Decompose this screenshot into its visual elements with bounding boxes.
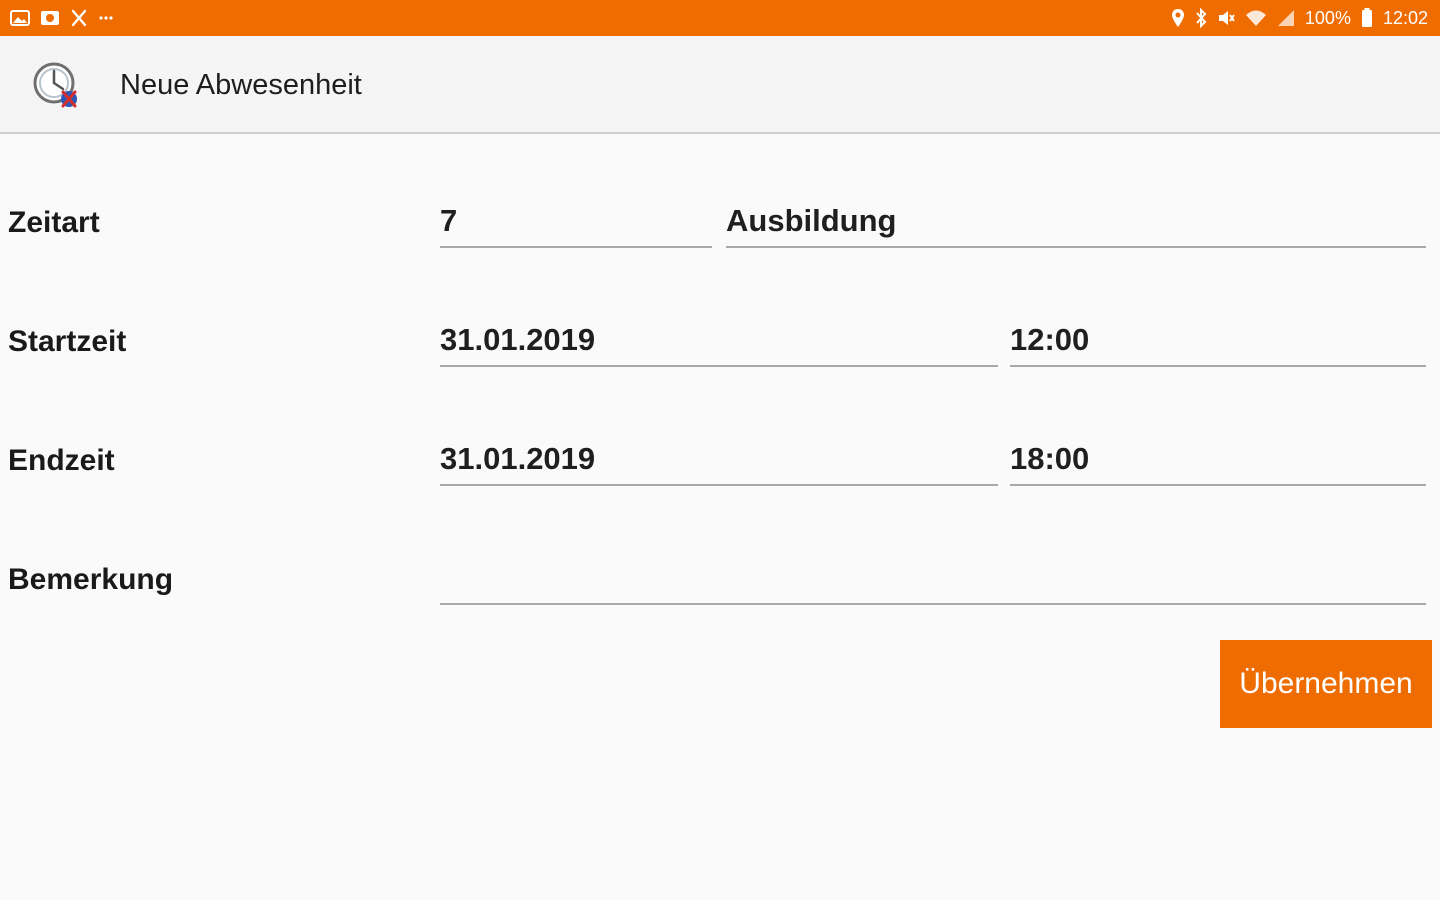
more-dots-icon: [98, 15, 114, 21]
startzeit-label: Startzeit: [8, 325, 127, 358]
clock-absence-icon: [32, 60, 82, 110]
endzeit-date-value: 31.01.2019: [440, 441, 596, 476]
startzeit-date-field[interactable]: 31.01.2019: [440, 319, 998, 367]
endzeit-row: Endzeit 31.01.2019 18:00: [0, 441, 1440, 524]
mute-icon: [1217, 9, 1235, 27]
endzeit-label: Endzeit: [8, 444, 115, 477]
zeitart-name-value: Ausbildung: [726, 203, 897, 238]
signal-icon: [1277, 9, 1295, 27]
endzeit-time-field[interactable]: 18:00: [1010, 438, 1426, 486]
bemerkung-field[interactable]: [440, 557, 1426, 605]
endzeit-time-value: 18:00: [1010, 441, 1090, 476]
gallery-icon: [10, 9, 30, 27]
zeitart-row: Zeitart 7 Ausbildung: [0, 203, 1440, 286]
app-bar: Neue Abwesenheit: [0, 36, 1440, 134]
submit-button[interactable]: Übernehmen: [1220, 640, 1432, 728]
status-time: 12:02: [1382, 7, 1428, 28]
status-bar-left: [10, 9, 114, 27]
startzeit-time-field[interactable]: 12:00: [1010, 319, 1426, 367]
zeitart-code-field[interactable]: 7: [440, 200, 712, 248]
status-bar: 100% 12:02: [0, 0, 1440, 36]
status-bar-right: 100% 12:02: [1171, 8, 1428, 29]
zeitart-code-value: 7: [440, 203, 458, 238]
battery-percent: 100%: [1304, 7, 1351, 28]
photo-icon: [40, 9, 60, 27]
page-title: Neue Abwesenheit: [120, 69, 362, 101]
startzeit-time-value: 12:00: [1010, 322, 1090, 357]
bluetooth-icon: [1195, 8, 1207, 28]
endzeit-date-field[interactable]: 31.01.2019: [440, 438, 998, 486]
battery-icon: [1361, 8, 1373, 28]
zeitart-label: Zeitart: [8, 206, 100, 239]
zeitart-name-field[interactable]: Ausbildung: [726, 200, 1426, 248]
startzeit-row: Startzeit 31.01.2019 12:00: [0, 322, 1440, 405]
tools-icon: [70, 9, 88, 27]
bemerkung-row: Bemerkung: [0, 563, 1440, 643]
startzeit-date-value: 31.01.2019: [440, 322, 596, 357]
location-icon: [1171, 8, 1185, 28]
wifi-icon: [1245, 9, 1267, 27]
bemerkung-label: Bemerkung: [8, 563, 174, 596]
